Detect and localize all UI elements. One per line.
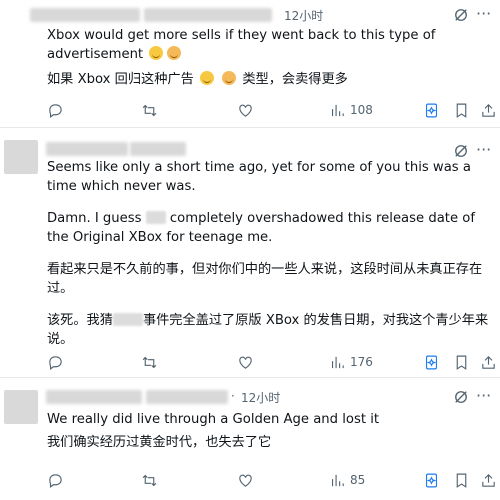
post-body: Seems like only a short time ago, yet fo…: [47, 158, 492, 362]
views-icon: [331, 356, 344, 368]
share-button[interactable]: [480, 100, 497, 120]
bookmark-button[interactable]: [453, 470, 470, 490]
heart-icon: [239, 474, 252, 487]
author-name-redacted: [30, 8, 140, 22]
views-count: 176: [350, 355, 373, 369]
grok-icon[interactable]: [452, 6, 470, 24]
author-handle-redacted: [144, 8, 272, 22]
grok-analyze-icon: [425, 355, 438, 369]
share-icon: [482, 473, 495, 487]
grok-analyze-icon: [425, 473, 438, 487]
post-actions: 176: [47, 352, 497, 372]
heart-icon: [239, 104, 252, 117]
reply-button[interactable]: [47, 100, 64, 120]
post-timestamp[interactable]: 12小时: [241, 389, 280, 406]
post-body: Xbox would get more sells if they went b…: [47, 26, 492, 89]
repost-icon: [142, 356, 157, 368]
post-body: We really did live through a Golden Age …: [47, 410, 492, 452]
repost-button[interactable]: [141, 352, 158, 372]
share-button[interactable]: [480, 352, 497, 372]
smile-emoji: [199, 71, 214, 85]
redacted-text: [112, 313, 143, 326]
post-paragraph: 该死。我猜 事件完全盖过了原版 XBox 的发售日期，对我这个青少年来说。: [47, 313, 489, 347]
separator-dot: ·: [231, 389, 235, 403]
blush-emoji: [222, 71, 237, 85]
reply-icon: [49, 103, 62, 118]
views-icon: [331, 104, 344, 116]
post-2[interactable]: ··· Seems like only a short time ago, ye…: [0, 128, 500, 378]
grok-analyze-button[interactable]: [423, 100, 440, 120]
avatar[interactable]: [4, 390, 38, 424]
post-1[interactable]: 12小时 ··· Xbox would get more sells if th…: [0, 0, 500, 128]
author-handle-redacted: [146, 390, 228, 404]
repost-button[interactable]: [141, 100, 158, 120]
reply-icon: [49, 473, 62, 488]
views-count: 108: [350, 103, 373, 117]
bookmark-button[interactable]: [453, 352, 470, 372]
like-button[interactable]: [237, 470, 254, 490]
bookmark-icon: [456, 355, 467, 370]
share-icon: [482, 103, 495, 117]
views-count: 85: [350, 473, 366, 487]
grok-analyze-button[interactable]: [423, 352, 440, 372]
views-icon: [331, 474, 344, 486]
more-options-icon[interactable]: ···: [476, 6, 492, 22]
grok-analyze-button[interactable]: [423, 470, 440, 490]
more-options-icon[interactable]: ···: [476, 388, 492, 404]
views-button[interactable]: 108: [329, 100, 373, 120]
post-timestamp[interactable]: 12小时: [284, 7, 323, 24]
post-paragraph: 我们确实经历过黄金时代，也失去了它: [47, 435, 272, 450]
like-button[interactable]: [237, 352, 254, 372]
share-button[interactable]: [480, 470, 497, 490]
views-button[interactable]: 176: [329, 352, 373, 372]
bookmark-icon: [456, 473, 467, 488]
repost-button[interactable]: [141, 470, 158, 490]
post-paragraph: Seems like only a short time ago, yet fo…: [47, 160, 471, 194]
reply-icon: [49, 355, 62, 370]
views-button[interactable]: 85: [329, 470, 365, 490]
author-name-redacted: [46, 142, 128, 156]
grok-analyze-icon: [425, 103, 438, 117]
more-options-icon[interactable]: ···: [476, 142, 492, 158]
post-text-zh: 如果 Xbox 回归这种广告 类型，会卖得更多: [47, 71, 348, 87]
smile-emoji: [149, 46, 164, 60]
reply-button[interactable]: [47, 352, 64, 372]
like-button[interactable]: [237, 100, 254, 120]
post-text-en: Xbox would get more sells if they went b…: [47, 28, 436, 62]
avatar[interactable]: [4, 140, 38, 174]
post-actions: 85: [47, 470, 497, 490]
author-handle-redacted: [130, 142, 186, 156]
grok-icon[interactable]: [452, 388, 470, 406]
repost-icon: [142, 474, 157, 486]
post-paragraph: 看起来只是不久前的事，但对你们中的一些人来说，这段时间从未真正存在过。: [47, 262, 483, 296]
share-icon: [482, 355, 495, 369]
post-paragraph: Damn. I guess completely overshadowed th…: [47, 211, 475, 245]
heart-icon: [239, 356, 252, 369]
post-paragraph: We really did live through a Golden Age …: [47, 412, 380, 427]
repost-icon: [142, 104, 157, 116]
reply-button[interactable]: [47, 470, 64, 490]
bookmark-icon: [456, 103, 467, 118]
bookmark-button[interactable]: [453, 100, 470, 120]
blush-emoji: [167, 46, 182, 60]
post-actions: 108: [47, 100, 497, 120]
post-3[interactable]: · 12小时 ··· We really did live through a …: [0, 378, 500, 500]
author-name-redacted: [46, 390, 142, 404]
redacted-text: [145, 211, 166, 224]
